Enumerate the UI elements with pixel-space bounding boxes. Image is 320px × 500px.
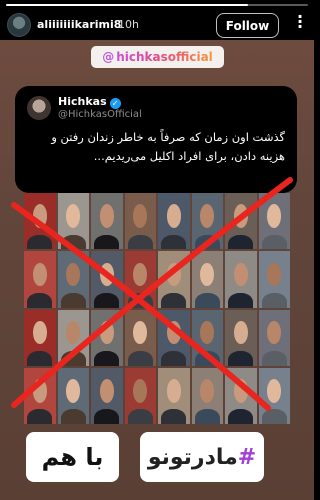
tweet-handle: @HichkasOfficial <box>58 109 142 120</box>
portrait-photo <box>225 193 257 250</box>
portrait-photo <box>24 251 56 308</box>
portrait-photo <box>91 251 123 308</box>
tweet-card: Hichkas ✓ @HichkasOfficial گذشت اون زمان … <box>15 86 297 193</box>
hashtag-sticker[interactable]: # مادرتونو <box>140 432 264 482</box>
portrait-photo <box>57 251 89 308</box>
portrait-photo <box>191 193 223 250</box>
portrait-photo <box>91 367 123 424</box>
tweet-avatar <box>27 96 51 120</box>
portrait-photo <box>91 193 123 250</box>
mention-sticker[interactable]: @ hichkasofficial <box>91 46 224 68</box>
story-content[interactable]: @ hichkasofficial Hichkas ✓ @HichkasOffici… <box>0 40 314 500</box>
portrait-photo <box>158 367 190 424</box>
mention-at: @ <box>102 50 115 64</box>
portrait-photo <box>124 251 156 308</box>
portrait-photo <box>124 367 156 424</box>
more-icon[interactable]: · · · <box>292 9 308 35</box>
tweet-text: گذشت اون زمان که صرفاً به خاطر زندان رفت… <box>51 130 285 163</box>
story-progress-bar <box>6 4 308 6</box>
portrait-photo <box>191 309 223 366</box>
portrait-photo <box>57 367 89 424</box>
portrait-photo <box>24 193 56 250</box>
portrait-photo <box>258 251 290 308</box>
portrait-photo <box>258 193 290 250</box>
verified-badge-icon: ✓ <box>109 98 121 109</box>
follow-button[interactable]: Follow <box>216 13 279 38</box>
tweet-author-name-text: Hichkas <box>58 95 107 108</box>
story-header: aliiiiiiikarimi8 10h Follow · · · <box>0 0 314 40</box>
portrait-photo <box>225 309 257 366</box>
mention-handle: hichkasofficial <box>116 50 213 64</box>
portrait-grid <box>24 193 290 424</box>
portrait-photo <box>191 367 223 424</box>
portrait-photo <box>57 193 89 250</box>
portrait-photo <box>91 309 123 366</box>
portrait-photo <box>191 251 223 308</box>
portrait-photo <box>124 193 156 250</box>
portrait-photo <box>24 309 56 366</box>
tweet-author-name: Hichkas ✓ <box>58 95 121 109</box>
story-progress-fill <box>6 4 248 6</box>
portrait-photo <box>124 309 156 366</box>
portrait-photo <box>225 251 257 308</box>
portrait-photo <box>225 367 257 424</box>
hashtag-text: مادرتونو <box>147 444 238 470</box>
sticker-together[interactable]: با هم <box>26 432 119 482</box>
post-time: 10h <box>118 18 139 31</box>
portrait-photo <box>258 367 290 424</box>
portrait-photo <box>158 193 190 250</box>
username[interactable]: aliiiiiiikarimi8 <box>37 18 121 31</box>
portrait-photo <box>258 309 290 366</box>
hashtag-symbol: # <box>237 444 257 470</box>
avatar[interactable] <box>7 13 31 37</box>
portrait-photo <box>158 251 190 308</box>
portrait-photo <box>57 309 89 366</box>
portrait-photo <box>158 309 190 366</box>
portrait-photo <box>24 367 56 424</box>
